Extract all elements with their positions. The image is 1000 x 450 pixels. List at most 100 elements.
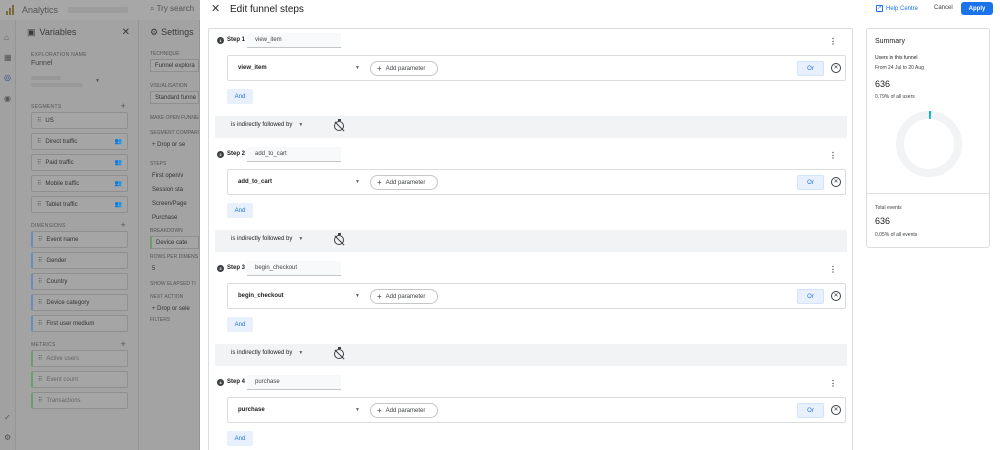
drag-handle-icon[interactable]: ⠿: [37, 180, 41, 187]
remove-condition-icon[interactable]: ✕: [831, 63, 841, 73]
breakdown-label: BREAKDOWN: [150, 228, 183, 234]
drag-handle-icon[interactable]: ⠿: [38, 376, 42, 383]
add-dimension-icon[interactable]: +: [120, 220, 126, 230]
event-select[interactable]: purchase ▼: [238, 404, 360, 417]
more-vert-icon[interactable]: ⋮: [829, 152, 837, 160]
home-icon[interactable]: ⌂: [4, 33, 9, 42]
segment-chip[interactable]: ⠿ US: [31, 112, 128, 129]
or-button[interactable]: Or: [797, 289, 824, 304]
segment-chip[interactable]: ⠿ Mobile traffic 👥: [31, 175, 128, 192]
add-segment-icon[interactable]: +: [120, 101, 126, 111]
app-search[interactable]: ⌕ Try search: [150, 4, 194, 14]
sequence-type-select[interactable]: is indirectly followed by ▼: [231, 122, 303, 128]
breakdown-chip[interactable]: Device cate: [150, 236, 199, 249]
settings-step-item[interactable]: Screen/Page: [140, 197, 199, 211]
close-icon[interactable]: ✕: [211, 2, 220, 15]
and-button[interactable]: And: [227, 203, 253, 218]
steps-label: STEPS: [150, 161, 167, 167]
add-parameter-button[interactable]: + Add parameter: [370, 289, 438, 304]
dimension-chip[interactable]: ⠿ Gender: [31, 252, 128, 269]
plus-icon: +: [377, 177, 382, 187]
event-select[interactable]: begin_checkout ▼: [238, 290, 360, 303]
and-button[interactable]: And: [227, 89, 253, 104]
more-vert-icon[interactable]: ⋮: [829, 38, 837, 46]
add-metric-icon[interactable]: +: [120, 339, 126, 349]
settings-step-item[interactable]: Session sta: [140, 183, 199, 197]
step-number-badge: 4: [217, 379, 224, 386]
sequence-type-select[interactable]: is indirectly followed by ▼: [231, 236, 303, 242]
dimension-chip[interactable]: ⠿ Device category: [31, 294, 128, 311]
drag-handle-icon[interactable]: ⠿: [37, 159, 41, 166]
property-selector[interactable]: [68, 7, 129, 13]
remove-condition-icon[interactable]: ✕: [831, 291, 841, 301]
settings-step-item[interactable]: First open/v: [140, 169, 199, 183]
rows-value[interactable]: 5: [140, 262, 199, 276]
timer-off-icon[interactable]: [334, 119, 344, 131]
admin-check-icon[interactable]: ✓: [4, 413, 11, 422]
settings-icon: ⚙: [150, 26, 159, 37]
apply-button[interactable]: Apply: [961, 2, 993, 15]
drag-handle-icon[interactable]: ⠿: [38, 257, 42, 264]
event-select[interactable]: view_item ▼: [238, 62, 360, 75]
reports-icon[interactable]: ▦: [4, 53, 12, 62]
and-button[interactable]: And: [227, 431, 253, 446]
drag-handle-icon[interactable]: ⠿: [38, 320, 42, 327]
step-name-input[interactable]: purchase: [247, 375, 341, 390]
drag-handle-icon[interactable]: ⠿: [38, 397, 42, 404]
settings-step-item[interactable]: Purchase: [140, 211, 199, 225]
step-number-badge: 3: [217, 265, 224, 272]
segment-chip[interactable]: ⠿ Tablet traffic 👥: [31, 196, 128, 213]
drag-handle-icon[interactable]: ⠿: [38, 278, 42, 285]
metric-chip[interactable]: ⠿ Event count: [31, 371, 128, 388]
remove-condition-icon[interactable]: ✕: [831, 405, 841, 415]
remove-condition-icon[interactable]: ✕: [831, 177, 841, 187]
and-button[interactable]: And: [227, 317, 253, 332]
step-name-input[interactable]: view_item: [247, 33, 341, 48]
add-parameter-button[interactable]: + Add parameter: [370, 403, 438, 418]
help-centre-link[interactable]: ↗ Help Centre: [876, 5, 918, 12]
metric-chip[interactable]: ⠿ Active users: [31, 350, 128, 367]
sequence-type-select[interactable]: is indirectly followed by ▼: [231, 350, 303, 356]
or-button[interactable]: Or: [797, 403, 824, 418]
segment-chip[interactable]: ⠿ Direct traffic 👥: [31, 133, 128, 150]
sequence-connector-bar: is indirectly followed by ▼: [215, 344, 847, 366]
drag-handle-icon[interactable]: ⠿: [38, 236, 42, 243]
exploration-name[interactable]: Funnel: [17, 60, 138, 72]
next-action-drop-target[interactable]: + Drop or sele: [140, 302, 199, 316]
event-select[interactable]: add_to_cart ▼: [238, 176, 360, 189]
advertising-icon[interactable]: ◉: [4, 94, 11, 103]
dialog-header: ✕ Edit funnel steps ↗ Help Centre Cancel…: [200, 0, 1000, 18]
visualisation-select[interactable]: Standard funne: [150, 91, 199, 104]
sequence-type-label: is indirectly followed by: [231, 350, 293, 356]
close-icon[interactable]: ✕: [122, 27, 130, 38]
date-range-selector[interactable]: ▼: [31, 72, 138, 102]
add-parameter-label: Add parameter: [385, 65, 426, 72]
step-name-input[interactable]: begin_checkout: [247, 261, 341, 276]
drag-handle-icon[interactable]: ⠿: [38, 299, 42, 306]
step-name-input[interactable]: add_to_cart: [247, 147, 341, 162]
technique-select[interactable]: Funnel explora: [150, 59, 199, 72]
add-parameter-button[interactable]: + Add parameter: [370, 61, 438, 76]
summary-card: Summary Users in this funnel From 24 Jul…: [866, 28, 990, 248]
drag-handle-icon[interactable]: ⠿: [38, 355, 42, 362]
more-vert-icon[interactable]: ⋮: [829, 266, 837, 274]
dimension-chip[interactable]: ⠿ Event name: [31, 231, 128, 248]
or-button[interactable]: Or: [797, 175, 824, 190]
dimension-chip[interactable]: ⠿ First user medium: [31, 315, 128, 332]
explore-icon[interactable]: ◎: [4, 73, 11, 82]
metric-chip[interactable]: ⠿ Transactions: [31, 392, 128, 409]
segment-drop-target[interactable]: + Drop or se: [140, 138, 199, 152]
segment-chip[interactable]: ⠿ Paid traffic 👥: [31, 154, 128, 171]
add-parameter-button[interactable]: + Add parameter: [370, 175, 438, 190]
drag-handle-icon[interactable]: ⠿: [37, 117, 41, 124]
settings-title: Settings: [161, 27, 194, 37]
settings-gear-icon[interactable]: ⚙: [4, 433, 11, 442]
drag-handle-icon[interactable]: ⠿: [37, 138, 41, 145]
cancel-button[interactable]: Cancel: [934, 5, 953, 11]
more-vert-icon[interactable]: ⋮: [829, 380, 837, 388]
timer-off-icon[interactable]: [334, 233, 344, 245]
or-button[interactable]: Or: [797, 61, 824, 76]
dimension-chip[interactable]: ⠿ Country: [31, 273, 128, 290]
timer-off-icon[interactable]: [334, 347, 344, 359]
drag-handle-icon[interactable]: ⠿: [37, 201, 41, 208]
